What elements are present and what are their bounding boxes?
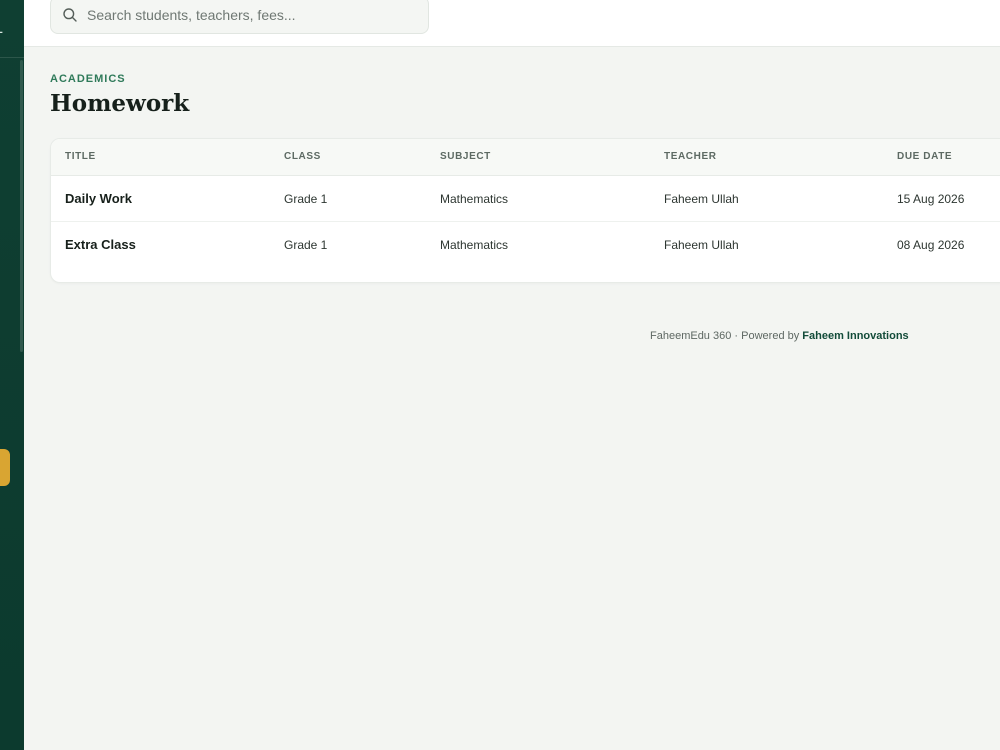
top-bar	[24, 0, 1000, 47]
page-footer: FaheemEdu 360 · Powered by Faheem Innova…	[650, 330, 909, 342]
footer-company-link[interactable]: Faheem Innovations	[802, 330, 908, 342]
column-header-subject[interactable]: SUBJECT	[440, 151, 491, 162]
homework-due-date: 08 Aug 2026	[897, 238, 965, 252]
sidebar-brand-area: L	[0, 0, 24, 58]
footer-powered-by: Powered by	[741, 330, 800, 342]
homework-title[interactable]: Daily Work	[65, 191, 132, 206]
homework-subject: Mathematics	[440, 238, 509, 252]
homework-teacher: Faheem Ullah	[664, 238, 739, 252]
section-label: ACADEMICS	[50, 73, 126, 85]
table-row[interactable]: Daily Work Grade 1 Mathematics Faheem Ul…	[51, 176, 1000, 222]
homework-subject: Mathematics	[440, 192, 509, 206]
homework-teacher: Faheem Ullah	[664, 192, 739, 206]
homework-title[interactable]: Extra Class	[65, 237, 136, 252]
page-title: Homework	[50, 90, 190, 117]
footer-product: FaheemEdu 360	[650, 330, 732, 342]
homework-due-date: 15 Aug 2026	[897, 192, 965, 206]
column-header-class[interactable]: CLASS	[284, 151, 321, 162]
sidebar-brand-text: L	[0, 24, 3, 36]
table-header: TITLE CLASS SUBJECT TEACHER DUE DATE	[51, 139, 1000, 176]
search-box[interactable]	[50, 0, 429, 34]
table-row[interactable]: Extra Class Grade 1 Mathematics Faheem U…	[51, 222, 1000, 268]
footer-separator: ·	[734, 330, 739, 342]
column-header-title[interactable]: TITLE	[65, 151, 96, 162]
search-input[interactable]	[87, 7, 407, 23]
sidebar-active-item[interactable]	[0, 449, 10, 486]
sidebar: L	[0, 0, 24, 750]
search-icon	[63, 8, 77, 22]
column-header-due-date[interactable]: DUE DATE	[897, 151, 952, 162]
homework-class: Grade 1	[284, 238, 328, 252]
sidebar-scrollbar[interactable]	[20, 60, 23, 352]
column-header-teacher[interactable]: TEACHER	[664, 151, 717, 162]
homework-class: Grade 1	[284, 192, 328, 206]
homework-table: TITLE CLASS SUBJECT TEACHER DUE DATE Dai…	[50, 138, 1000, 283]
